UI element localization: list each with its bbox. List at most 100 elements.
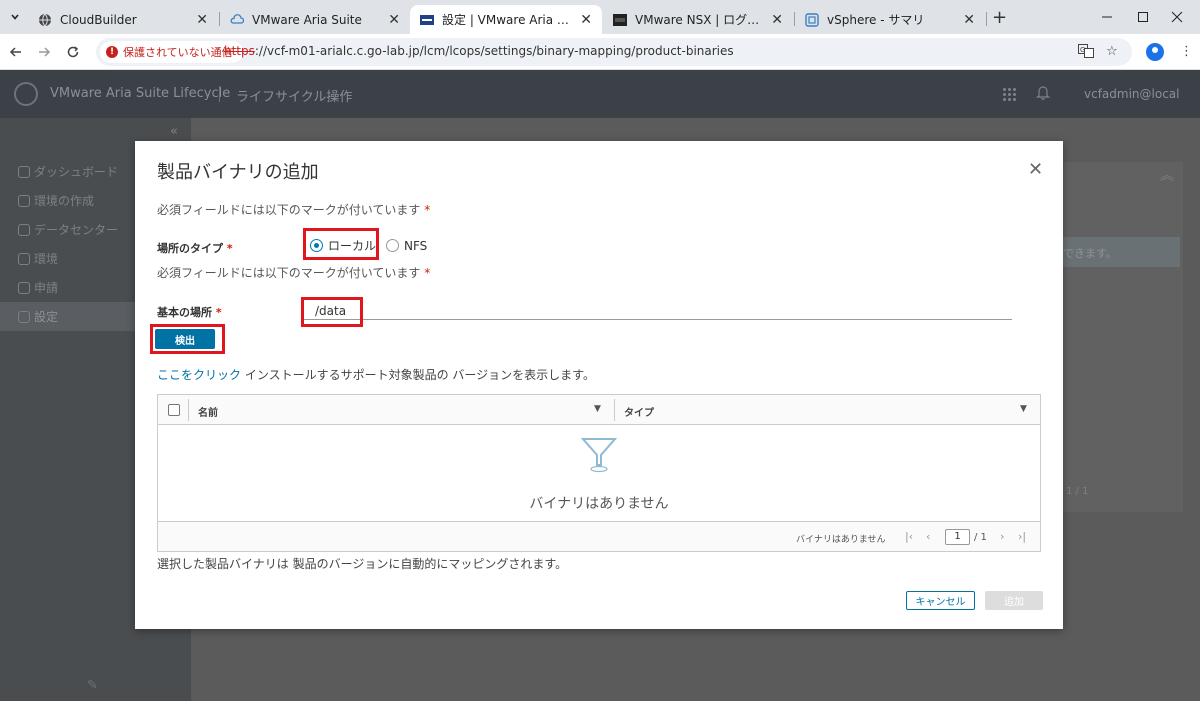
user-menu[interactable]: vcfadmin@local [1084,87,1179,101]
required-star: * [424,266,431,280]
security-chip[interactable]: ! 保護されていない通信 [100,41,243,63]
nsx-icon [613,13,627,27]
radio-nfs[interactable] [386,239,400,252]
required-note-text: 必須フィールドには以下のマークが付いています [157,266,421,280]
close-icon[interactable]: ✕ [196,12,208,28]
sidebar-item-label: データセンター [34,223,119,237]
datagrid-header: 名前 ▼ タイプ ▼ [158,395,1040,425]
background-info-text: できます。 [1063,247,1117,260]
add-button[interactable]: 追加 [985,591,1043,610]
required-star: * [226,242,233,255]
base-location-input[interactable] [302,302,1012,320]
column-divider [614,399,615,421]
arrow-left-icon [9,47,21,57]
url-scheme: https [224,44,255,58]
close-icon[interactable]: ✕ [1028,159,1043,180]
minimize-icon [1102,16,1112,18]
sidebar-item-label: 申請 [34,281,59,295]
base-location-label: 基本の場所 * [157,304,222,320]
tab-search-button[interactable] [6,8,24,26]
binaries-datagrid: 名前 ▼ タイプ ▼ バイナリはありません バイナリはありません |‹ ‹ 1 … [157,394,1041,552]
create-icon [18,194,30,207]
filter-icon[interactable]: ▼ [1020,404,1027,414]
radio-nfs-label[interactable]: NFS [404,239,427,253]
column-header-name[interactable]: 名前 [198,404,218,419]
add-product-binary-modal: 製品バイナリの追加 ✕ 必須フィールドには以下のマークが付いています * 場所の… [135,141,1063,629]
tab-title: vSphere - サマリ [827,13,925,27]
background-info-banner: できます。 [1063,237,1180,267]
hint-text: ここをクリック インストールするサポート対象製品の バージョンを表示します。 [157,366,595,383]
next-page-icon[interactable]: › [1000,530,1004,543]
location-type-label: 場所のタイプ * [157,240,233,256]
column-header-type[interactable]: タイプ [624,404,654,419]
column-divider [188,399,189,421]
tab-settings-lifecycle[interactable]: 設定 | VMware Aria Suite Lifecycle ✕ [410,5,602,34]
page-input[interactable]: 1 [945,529,970,545]
background-pager: 1 / 1 [1066,486,1089,497]
translate-icon[interactable]: G [1078,44,1094,62]
chevron-up-icon[interactable]: ︽ [1160,165,1174,185]
tab-cloudbuilder[interactable]: CloudBuilder ✕ [28,5,218,34]
sidebar-item-label: 環境 [34,252,59,266]
tab-vsphere-summary[interactable]: vSphere - サマリ ✕ [795,5,985,34]
wrench-icon[interactable]: ✎ [87,678,98,693]
bell-icon[interactable] [1036,84,1050,100]
chevron-down-icon [11,14,19,20]
vmware-icon [420,13,434,27]
required-star: * [215,306,222,319]
environment-icon [18,252,30,265]
cancel-button[interactable]: キャンセル [906,591,975,610]
more-menu-icon[interactable]: ⋮ [1180,44,1193,59]
sidebar-item-label: 設定 [34,310,59,324]
request-icon [18,281,30,294]
app-launcher-icon[interactable] [1002,87,1016,101]
url-text[interactable]: https://vcf-m01-arialc.c.go-lab.jp/lcm/l… [224,44,734,58]
warning-icon: ! [106,46,118,58]
close-icon[interactable]: ✕ [771,12,783,28]
modal-title: 製品バイナリの追加 [157,162,319,183]
tab-title: VMware NSX | ログイン [635,13,764,27]
background-card [1063,162,1183,512]
page-total: / 1 [974,532,987,543]
new-tab-button[interactable]: + [992,7,1007,28]
close-icon[interactable]: ✕ [963,12,975,28]
location-type-label-text: 場所のタイプ [157,242,223,255]
highlight-box-detect [150,324,225,354]
svg-text:G: G [1080,46,1085,54]
back-button[interactable] [6,42,26,62]
browser-toolbar: ! 保護されていない通信 https://vcf-m01-arialc.c.go… [0,34,1200,70]
tab-aria-suite[interactable]: VMware Aria Suite ✕ [220,5,410,34]
tab-nsx-login[interactable]: VMware NSX | ログイン ✕ [603,5,793,34]
click-here-link[interactable]: ここをクリック [157,368,241,382]
first-page-icon[interactable]: |‹ [905,530,913,543]
url-path: ://vcf-m01-arialc.c.go-lab.jp/lcm/lcops/… [254,44,734,58]
datacenter-icon [18,223,30,236]
reload-button[interactable] [63,42,83,62]
vsphere-icon [805,12,819,27]
tab-title: CloudBuilder [60,12,137,27]
close-window-button[interactable] [1154,4,1200,30]
required-fields-note: 必須フィールドには以下のマークが付いています * [157,201,430,218]
close-icon[interactable]: ✕ [388,12,400,28]
profile-avatar[interactable] [1146,43,1164,61]
header-divider [219,86,220,102]
tab-divider [986,12,987,26]
forward-button[interactable] [34,42,54,62]
sidebar-item-label: 環境の作成 [34,194,95,208]
required-fields-note: 必須フィールドには以下のマークが付いています * [157,264,430,281]
filter-icon[interactable]: ▼ [594,404,601,414]
security-label: 保護されていない通信 [123,46,233,59]
bookmark-star-icon[interactable]: ☆ [1106,44,1118,59]
empty-state-text: バイナリはありません [529,496,669,512]
collapse-sidebar-icon[interactable]: « [170,124,178,139]
prev-page-icon[interactable]: ‹ [926,530,930,543]
tab-title: 設定 | VMware Aria Suite Lifecycle [442,13,573,27]
highlight-box-base-location [301,297,363,327]
close-icon [1171,11,1183,23]
tab-title: VMware Aria Suite [252,12,362,27]
app-header: VMware Aria Suite Lifecycle ライフサイクル操作 vc… [0,70,1200,118]
last-page-icon[interactable]: ›| [1018,530,1026,543]
address-bar[interactable]: ! 保護されていない通信 https://vcf-m01-arialc.c.go… [96,38,1132,66]
select-all-checkbox[interactable] [168,404,180,416]
close-icon[interactable]: ✕ [580,12,592,28]
